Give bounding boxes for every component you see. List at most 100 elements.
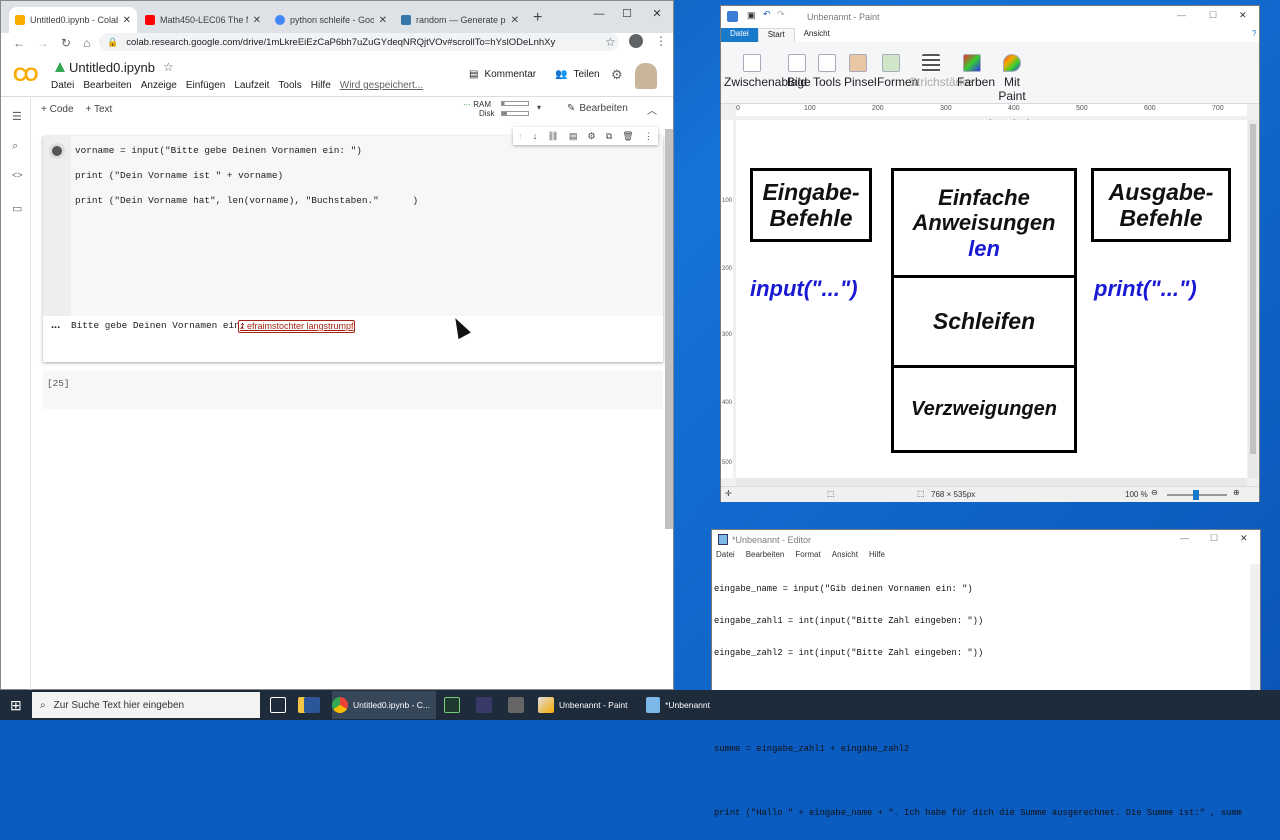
link-icon[interactable]: ⛓ [547, 131, 558, 142]
tab-colab[interactable]: Untitled0.ipynb - Colab ✕ [9, 7, 137, 33]
close-window-button[interactable]: ✕ [643, 5, 671, 23]
add-code-button[interactable]: + Code [41, 104, 74, 115]
forward-icon[interactable]: → [37, 36, 49, 50]
output-menu-icon[interactable]: ... [51, 319, 60, 331]
close-tab-icon[interactable]: ✕ [379, 15, 387, 26]
back-icon[interactable]: ← [13, 36, 25, 50]
word-icon[interactable] [304, 691, 320, 719]
vertical-scrollbar[interactable] [1248, 120, 1258, 478]
cell-settings-icon[interactable]: ⚙ [588, 131, 596, 142]
minimize-button[interactable]: — [1180, 533, 1189, 543]
zoom-out-button[interactable]: ⊖ [1151, 488, 1158, 497]
group-colors[interactable]: Farben [957, 54, 995, 89]
code-snippets-icon[interactable]: <> [12, 170, 23, 180]
redo-icon[interactable]: ↷ [777, 9, 785, 20]
close-tab-icon[interactable]: ✕ [253, 15, 261, 26]
help-icon[interactable]: ? [1243, 28, 1265, 39]
app-icon[interactable] [476, 691, 492, 719]
stdin-input-field[interactable]: z efraimstochter langstrumpf [238, 320, 355, 333]
group-stroke-width[interactable]: Strichstärke [909, 54, 972, 89]
menu-bearbeiten[interactable]: Bearbeiten [746, 550, 785, 563]
tab-google[interactable]: python schleife - Googl ✕ [269, 7, 393, 33]
move-up-icon[interactable]: ↑ [518, 131, 523, 141]
edit-mode-button[interactable]: ✎ Bearbeiten [567, 103, 628, 114]
collapse-chevron-icon[interactable]: ︿ [647, 102, 657, 117]
resource-indicator[interactable]: ⋯ RAM Disk [463, 100, 495, 118]
chevron-down-icon[interactable]: ▾ [537, 103, 541, 112]
chrome-menu-icon[interactable]: ⋮ [655, 34, 667, 48]
tab-start[interactable]: Start [757, 28, 795, 42]
stop-run-button[interactable] [49, 143, 65, 159]
close-tab-icon[interactable]: ✕ [123, 15, 131, 26]
minimize-button[interactable]: — [1177, 10, 1186, 20]
save-icon[interactable]: ▣ [747, 10, 756, 21]
windows-start-icon[interactable]: ⊞ [10, 697, 22, 714]
minimize-button[interactable]: — [585, 5, 613, 23]
settings-gear-icon[interactable]: ⚙ [611, 67, 623, 83]
taskbar-search[interactable]: ⌕ Zur Suche Text hier eingeben [32, 692, 260, 718]
delete-icon[interactable]: 🗑 [622, 131, 633, 142]
taskbar-chrome[interactable]: Untitled0.ipynb - C... [332, 691, 436, 719]
menu-format[interactable]: Format [795, 550, 820, 563]
comment-cell-icon[interactable]: ▤ [569, 131, 578, 142]
search-icon[interactable]: ⌕ [12, 140, 18, 153]
toc-icon[interactable]: ☰ [12, 110, 22, 123]
app-icon[interactable] [508, 691, 524, 719]
taskbar-paint[interactable]: Unbenannt - Paint [538, 691, 642, 719]
zoom-slider-thumb[interactable] [1193, 490, 1199, 500]
menu-ansicht[interactable]: Ansicht [832, 550, 858, 563]
menu-datei[interactable]: Datei [716, 550, 735, 563]
horizontal-scrollbar[interactable] [736, 478, 1247, 486]
tab-youtube[interactable]: Math450-LEC06 The Ma ✕ [139, 7, 267, 33]
menu-laufzeit[interactable]: Laufzeit [234, 80, 269, 91]
url-field[interactable]: 🔒 colab.research.google.com/drive/1mLkre… [99, 33, 619, 51]
menu-tools[interactable]: Tools [278, 80, 301, 91]
group-clipboard[interactable]: Zwischenablage [724, 54, 811, 89]
menu-hilfe[interactable]: Hilfe [869, 550, 885, 563]
menu-einfuegen[interactable]: Einfügen [186, 80, 225, 91]
star-icon[interactable]: ☆ [163, 60, 174, 74]
close-window-button[interactable]: ✕ [1240, 533, 1248, 544]
maximize-button[interactable]: ☐ [613, 5, 641, 23]
undo-icon[interactable]: ↶ [763, 9, 771, 20]
taskbar-notepad[interactable]: *Unbenannt [646, 691, 710, 719]
taskview-icon[interactable] [270, 691, 286, 719]
maximize-button[interactable]: ☐ [1210, 533, 1218, 544]
tab-datei[interactable]: Datei [721, 28, 758, 42]
app-icon[interactable] [444, 691, 460, 719]
zoom-in-button[interactable]: ⊕ [1233, 488, 1240, 497]
comment-button[interactable]: ▤ Kommentar [469, 69, 536, 80]
notebook-name[interactable]: Untitled0.ipynb [69, 60, 155, 75]
notepad-scrollbar[interactable] [1250, 564, 1260, 690]
group-shapes[interactable]: Formen [877, 54, 918, 89]
group-tools[interactable]: Tools [813, 54, 841, 89]
code-editor[interactable]: vorname = input("Bitte gebe Deinen Vorna… [71, 136, 663, 316]
new-tab-button[interactable]: + [533, 9, 542, 27]
next-code-cell[interactable] [43, 371, 663, 409]
paint-canvas[interactable]: Eingabe- Befehle Einfache Anweisungen le… [736, 120, 1247, 478]
page-scrollbar[interactable] [665, 129, 673, 529]
mirror-cell-icon[interactable]: ⧉ [606, 131, 612, 142]
more-icon[interactable]: ⋮ [644, 131, 653, 142]
close-window-button[interactable]: ✕ [1239, 10, 1247, 21]
group-image[interactable]: Bild [783, 54, 811, 89]
tab-python-docs[interactable]: random — Generate ps ✕ [395, 7, 525, 33]
maximize-button[interactable]: ☐ [1209, 10, 1217, 21]
reload-icon[interactable]: ↻ [61, 36, 71, 50]
move-down-icon[interactable]: ↓ [533, 131, 538, 141]
add-text-button[interactable]: + Text [86, 104, 113, 115]
folder-icon[interactable]: ▭ [12, 202, 22, 215]
menu-hilfe[interactable]: Hilfe [311, 80, 331, 91]
group-brushes[interactable]: Pinsel [844, 54, 877, 89]
home-icon[interactable]: ⌂ [83, 36, 90, 50]
share-button[interactable]: 👥 Teilen [555, 69, 600, 80]
menu-bearbeiten[interactable]: Bearbeiten [83, 80, 131, 91]
colab-logo[interactable]: CO [13, 65, 38, 87]
menu-datei[interactable]: Datei [51, 80, 74, 91]
tab-ansicht[interactable]: Ansicht [795, 28, 839, 42]
user-avatar[interactable] [635, 63, 657, 89]
menu-anzeige[interactable]: Anzeige [141, 80, 177, 91]
bookmark-star-icon[interactable]: ☆ [605, 35, 616, 49]
profile-avatar[interactable] [629, 34, 643, 48]
close-tab-icon[interactable]: ✕ [511, 15, 519, 26]
